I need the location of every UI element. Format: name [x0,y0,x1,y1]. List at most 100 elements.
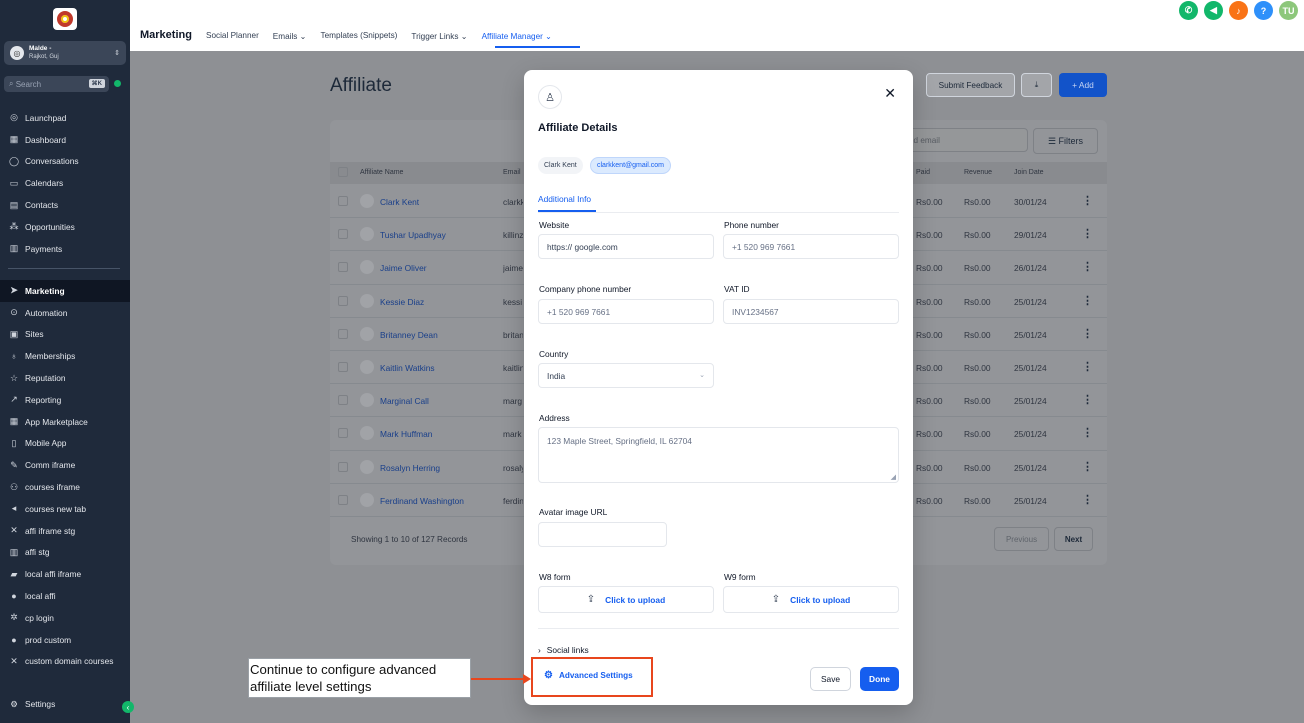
quick-action-icon[interactable] [114,80,121,87]
done-button[interactable]: Done [860,667,899,691]
row-checkbox[interactable] [338,362,348,372]
sidebar-item-prod-custom[interactable]: ● prod custom [0,629,130,651]
help-icon[interactable]: ? [1254,1,1273,20]
kebab-menu-icon[interactable]: ⋮ [1082,493,1093,506]
collapse-sidebar-icon[interactable]: ‹ [122,701,134,713]
col-email[interactable]: Email [503,169,521,176]
tab-affiliate-manager[interactable]: Affiliate Manager ⌄ [482,31,552,41]
website-input[interactable]: https:// google.com [538,234,714,259]
country-select[interactable]: India ⌄ [538,363,714,388]
sidebar-item-affi-iframe-stg[interactable]: ✕ affi iframe stg [0,520,130,542]
add-affiliate-button[interactable]: + Add [1059,73,1107,97]
sidebar-item-local-affi-iframe[interactable]: ▰ local affi iframe [0,563,130,585]
company-phone-input[interactable]: +1 520 969 7661 [538,299,714,324]
bell-icon[interactable]: ♪ [1229,1,1248,20]
kebab-menu-icon[interactable]: ⋮ [1082,327,1093,340]
sidebar-item-launchpad[interactable]: ◎ Launchpad [0,107,130,129]
row-checkbox[interactable] [338,262,348,273]
vat-input[interactable]: INV1234567 [723,299,899,324]
sidebar-item-contacts[interactable]: ▤ Contacts [0,194,130,216]
sidebar-item-opportunities[interactable]: ⁂ Opportunities [0,216,130,238]
row-checkbox[interactable] [338,461,348,472]
sidebar-item-comm-iframe[interactable]: ✎ Comm iframe [0,454,130,476]
row-checkbox[interactable] [338,328,348,339]
sidebar-item-dashboard[interactable]: ▦ Dashboard [0,129,130,151]
affiliate-name-link[interactable]: Clark Kent [380,197,419,207]
sidebar-item-reputation[interactable]: ☆ Reputation [0,367,130,389]
kebab-menu-icon[interactable]: ⋮ [1082,294,1093,307]
affiliate-name-link[interactable]: Rosalyn Herring [380,463,440,473]
row-checkbox[interactable] [338,229,348,240]
sidebar-item-sites[interactable]: ▣ Sites [0,324,130,346]
close-icon[interactable]: ✕ [884,85,896,102]
kebab-menu-icon[interactable]: ⋮ [1082,260,1093,273]
sidebar-item-mobile-app[interactable]: ▯ Mobile App [0,433,130,455]
row-checkbox[interactable] [338,494,348,505]
sidebar-item-custom-domain-courses[interactable]: ✕ custom domain courses [0,651,130,673]
user-avatar[interactable]: TU [1279,1,1298,20]
row-checkbox[interactable] [338,395,348,406]
col-paid[interactable]: Paid [916,169,930,176]
filters-button[interactable]: ☰ Filters [1033,128,1098,154]
affiliate-search-input[interactable]: nd email [900,128,1028,152]
sidebar-item-conversations[interactable]: ◯ Conversations [0,151,130,173]
sidebar-item-courses-iframe[interactable]: ⚇ courses iframe [0,476,130,498]
affiliate-name-link[interactable]: Britanney Dean [380,330,438,340]
phone-input[interactable]: +1 520 969 7661 [723,234,899,259]
address-textarea[interactable]: 123 Maple Street, Springfield, IL 62704 … [538,427,899,483]
w8-upload-button[interactable]: ⇪ Click to upload [538,586,714,613]
kebab-menu-icon[interactable]: ⋮ [1082,393,1093,406]
previous-button[interactable]: Previous [994,527,1049,551]
sidebar-item-memberships[interactable]: ♁ Memberships [0,345,130,367]
row-checkbox[interactable] [338,196,348,206]
sidebar-item-reporting[interactable]: ↗ Reporting [0,389,130,411]
sidebar-item-calendars[interactable]: ▭ Calendars [0,172,130,194]
affiliate-name-link[interactable]: Mark Huffman [380,429,432,439]
sidebar-item-app-marketplace[interactable]: ▦ App Marketplace [0,411,130,433]
col-revenue[interactable]: Revenue [964,169,992,176]
bank-icon: ▥ [9,546,19,557]
w9-upload-button[interactable]: ⇪ Click to upload [723,586,899,613]
row-checkbox[interactable] [338,428,348,439]
sidebar-item-settings[interactable]: ⚙ Settings [8,699,55,709]
tab-templates[interactable]: Templates (Snippets) [321,31,398,41]
sidebar-item-payments[interactable]: ▥ Payments [0,238,130,260]
kebab-menu-icon[interactable]: ⋮ [1082,460,1093,473]
sidebar-search[interactable]: ⌕ Search ⌘K [4,76,109,92]
kebab-menu-icon[interactable]: ⋮ [1082,227,1093,240]
affiliate-name-link[interactable]: Kessie Diaz [380,297,424,307]
sidebar-item-automation[interactable]: ⊙ Automation [0,302,130,324]
tab-emails[interactable]: Emails ⌄ [273,31,307,41]
row-checkbox[interactable] [338,295,348,306]
kebab-menu-icon[interactable]: ⋮ [1082,194,1093,207]
sidebar-item-cp-login[interactable]: ✲ cp login [0,607,130,629]
submit-feedback-button[interactable]: Submit Feedback [926,73,1015,97]
sidebar-item-local-affi[interactable]: ● local affi [0,585,130,607]
tab-additional-info[interactable]: Additional Info [538,194,591,204]
company-logo[interactable] [53,8,77,30]
sidebar-item-affi-stg[interactable]: ▥ affi stg [0,542,130,564]
affiliate-name-link[interactable]: Kaitlin Watkins [380,363,435,373]
next-button[interactable]: Next [1054,527,1093,551]
select-all-checkbox[interactable] [338,167,348,177]
tab-trigger-links[interactable]: Trigger Links ⌄ [411,31,467,41]
kebab-menu-icon[interactable]: ⋮ [1082,426,1093,439]
affiliate-name-link[interactable]: Ferdinand Washington [380,496,464,506]
col-join-date[interactable]: Join Date [1014,169,1044,176]
download-icon[interactable]: ⤓ [1021,73,1052,97]
col-affiliate-name[interactable]: Affiliate Name [360,169,403,176]
phone-icon[interactable]: ✆ [1179,1,1198,20]
social-links-toggle[interactable]: › Social links [538,645,589,655]
sidebar-item-courses-new-tab[interactable]: ◂ courses new tab [0,498,130,520]
megaphone-icon[interactable]: ◀ [1204,1,1223,20]
affiliate-name-link[interactable]: Marginal Call [380,396,429,406]
kebab-menu-icon[interactable]: ⋮ [1082,360,1093,373]
sidebar-item-marketing[interactable]: ➤ Marketing [0,280,130,302]
affiliate-name-link[interactable]: Tushar Upadhyay [380,230,446,240]
resize-handle-icon[interactable]: ◢ [891,473,896,481]
affiliate-name-link[interactable]: Jaime Oliver [380,263,427,273]
tab-social-planner[interactable]: Social Planner [206,31,259,41]
save-button[interactable]: Save [810,667,851,691]
account-switcher[interactable]: ◎ Malde - Rajkot, Guj ⇕ [4,41,126,65]
avatar-url-input[interactable] [538,522,667,547]
